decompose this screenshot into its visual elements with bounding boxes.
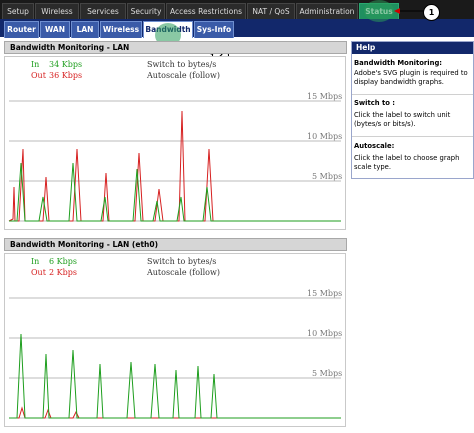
bandwidth-graph-lan <box>8 100 341 222</box>
help-text-bandwidth: Adobe's SVG plugin is required to displa… <box>354 69 468 86</box>
help-panel: Help Bandwidth Monitoring: Adobe's SVG p… <box>351 41 474 179</box>
panel-lan-graph: In 34 Kbps Out 36 Kbps Switch to bytes/s… <box>4 56 346 230</box>
bandwidth-graph-eth0 <box>9 297 341 419</box>
panel-eth0-header: Bandwidth Monitoring - LAN (eth0) <box>4 238 347 251</box>
help-text-autoscale: Click the label to choose graph scale ty… <box>354 154 460 171</box>
help-heading-bandwidth: Bandwidth Monitoring: <box>354 59 443 67</box>
panel-eth0-graph: In 6 Kbps Out 2 Kbps Switch to bytes/s A… <box>4 253 346 427</box>
callout-1: 1 <box>423 4 440 21</box>
in-series-line <box>9 162 341 222</box>
out-series-line <box>9 406 341 419</box>
help-divider <box>352 136 473 137</box>
out-series-line <box>8 110 341 222</box>
in-series-line <box>9 333 341 419</box>
help-heading-autoscale: Autoscale: <box>354 142 395 150</box>
help-text-switch: Click the label to switch unit (bytes/s … <box>354 111 451 128</box>
help-heading-switch: Switch to : <box>354 99 395 107</box>
callout-1-arrowhead <box>394 8 400 14</box>
help-title: Help <box>352 42 473 54</box>
help-divider <box>352 94 473 95</box>
panel-lan-header: Bandwidth Monitoring - LAN <box>4 41 347 54</box>
